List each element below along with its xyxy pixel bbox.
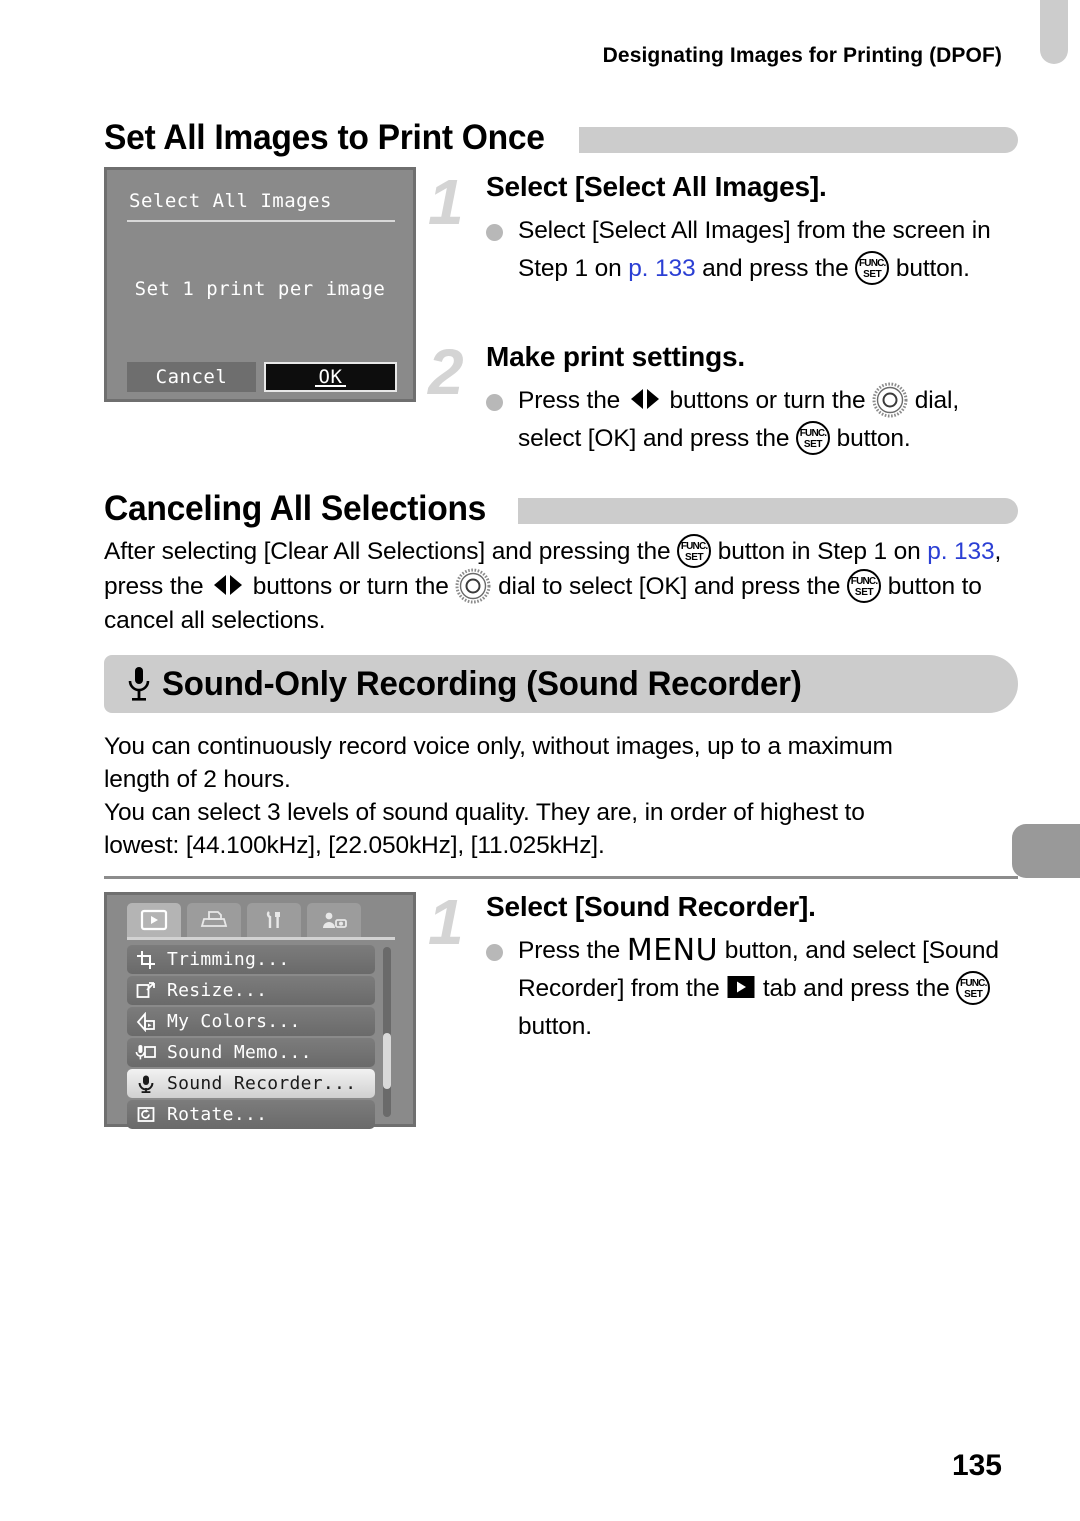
lcd-tab-print[interactable] xyxy=(187,903,241,937)
step-text-part: Press the xyxy=(518,387,627,414)
person-camera-icon xyxy=(323,912,347,928)
lcd-menu-tab-underline xyxy=(127,937,395,940)
intro-line: length of 2 hours. xyxy=(104,766,291,793)
banner-sound-only-recording: Sound-Only Recording (Sound Recorder) xyxy=(104,655,1018,713)
lcd-ok-button[interactable]: OK xyxy=(264,362,397,392)
edge-tab-side-marker xyxy=(1012,824,1080,878)
intro-line: You can continuously record voice only, … xyxy=(104,733,893,760)
step-number: 2 xyxy=(428,336,464,408)
func-set-icon: FUNC. SET xyxy=(956,971,991,1005)
list-item[interactable]: Rotate... xyxy=(127,1100,375,1129)
step-1-select-sound-recorder: 1 Select [Sound Recorder]. Press the MEN… xyxy=(428,890,1020,1046)
lcd-screenshot-playback-menu: Trimming... Resize... My Colors... Sound… xyxy=(104,892,416,1129)
bullet-dot-icon xyxy=(486,224,503,241)
step-text-part: button. xyxy=(830,425,911,452)
lcd-tab-playback[interactable] xyxy=(127,903,181,937)
list-item-selected[interactable]: Sound Recorder... xyxy=(127,1069,375,1098)
list-item-label: Sound Memo... xyxy=(167,1042,312,1063)
page-number: 135 xyxy=(951,1449,1002,1482)
list-item-label: Trimming... xyxy=(167,949,290,970)
list-item-label: Resize... xyxy=(167,980,268,1001)
play-triangle-icon xyxy=(140,909,168,931)
step-text-part: and press the xyxy=(695,255,856,282)
control-dial-icon xyxy=(455,568,491,604)
func-set-icon: FUNC. SET xyxy=(796,421,830,455)
intro-line: You can select 3 levels of sound quality… xyxy=(104,799,865,826)
lcd-dialog-title: Select All Images xyxy=(129,190,332,212)
body-text-part: After selecting [Clear All Selections] a… xyxy=(104,538,678,565)
section-heading-set-all: Set All Images to Print Once xyxy=(104,118,1018,158)
left-right-buttons-icon xyxy=(630,389,659,409)
step-number: 1 xyxy=(428,166,464,238)
page-link[interactable]: p. 133 xyxy=(628,255,695,282)
control-dial-icon xyxy=(872,382,908,418)
horizontal-divider xyxy=(104,876,1018,879)
lcd-menu-scrollbar[interactable] xyxy=(383,947,391,1117)
step-body: Select [Select All Images] from the scre… xyxy=(486,212,1020,288)
sound-memo-icon xyxy=(133,1042,159,1064)
lcd-tab-my-camera[interactable] xyxy=(307,903,361,937)
section-heading-canceling-text: Canceling All Selections xyxy=(104,489,487,528)
lcd-tab-settings[interactable] xyxy=(247,903,301,937)
menu-button-word-icon: MENU xyxy=(626,933,719,968)
step-text-part: button. xyxy=(518,1013,592,1040)
body-text-part: dial to select [OK] and press the xyxy=(491,573,848,600)
list-item[interactable]: My Colors... xyxy=(127,1007,375,1036)
section-heading-set-all-text: Set All Images to Print Once xyxy=(104,118,545,157)
lcd-dialog-message: Set 1 print per image xyxy=(134,278,386,300)
body-text-part: buttons or turn the xyxy=(246,573,456,600)
step-text-part: Press the xyxy=(518,937,627,964)
lcd-dialog-button-row: Cancel OK xyxy=(127,362,397,392)
list-item-label: Sound Recorder... xyxy=(167,1073,357,1094)
bullet-dot-icon xyxy=(486,394,503,411)
my-colors-icon xyxy=(133,1011,159,1033)
step-body: Press the buttons or turn the dial, sele… xyxy=(486,382,1020,458)
left-right-buttons-icon xyxy=(214,575,243,595)
intro-line: lowest: [44.100kHz], [22.050kHz], [11.02… xyxy=(104,832,605,859)
section-heading-canceling: Canceling All Selections xyxy=(104,489,1018,529)
sound-recorder-intro-text: You can continuously record voice only, … xyxy=(104,730,1020,862)
step-text-part: buttons or turn the xyxy=(662,387,873,414)
list-item-label: Rotate... xyxy=(167,1104,268,1125)
bullet-dot-icon xyxy=(486,944,503,961)
crop-icon xyxy=(133,949,159,971)
lcd-menu-scrollbar-thumb[interactable] xyxy=(383,1033,391,1089)
lcd-screenshot-select-all-images: Select All Images Set 1 print per image … xyxy=(104,167,416,402)
list-item-label: My Colors... xyxy=(167,1011,301,1032)
step-title: Select [Select All Images]. xyxy=(486,171,827,202)
func-set-icon: FUNC. SET xyxy=(847,569,882,603)
canceling-body-text: After selecting [Clear All Selections] a… xyxy=(104,534,1020,637)
step-text-part: tab and press the xyxy=(756,975,957,1002)
step-number: 1 xyxy=(428,886,464,958)
lcd-dialog-title-underline xyxy=(127,220,395,222)
step-title: Select [Sound Recorder]. xyxy=(486,891,816,922)
list-item[interactable]: Sound Memo... xyxy=(127,1038,375,1067)
rotate-icon xyxy=(133,1104,159,1126)
section-heading-bar xyxy=(579,127,1018,153)
step-title: Make print settings. xyxy=(486,341,745,372)
printer-icon xyxy=(200,911,228,927)
microphone-icon xyxy=(133,1073,159,1095)
step-1-select-all-images: 1 Select [Select All Images]. Select [Se… xyxy=(428,170,1020,288)
body-text-part: button in Step 1 on xyxy=(711,538,928,565)
func-set-icon: FUNC. SET xyxy=(677,534,712,568)
lcd-menu-list: Trimming... Resize... My Colors... Sound… xyxy=(127,945,375,1131)
list-item[interactable]: Trimming... xyxy=(127,945,375,974)
page-link[interactable]: p. 133 xyxy=(927,538,994,565)
play-tab-icon xyxy=(727,976,755,998)
section-heading-bar xyxy=(518,498,1018,524)
func-set-icon: FUNC. SET xyxy=(855,251,890,285)
step-body: Press the MENU button, and select [Sound… xyxy=(486,932,1020,1046)
list-item[interactable]: Resize... xyxy=(127,976,375,1005)
lcd-menu-tab-bar xyxy=(127,903,361,937)
resize-icon xyxy=(133,980,159,1002)
edge-tab-top-marker xyxy=(1040,0,1068,64)
tools-icon xyxy=(266,911,280,928)
running-header-title: Designating Images for Printing (DPOF) xyxy=(602,44,1002,67)
step-2-make-print-settings: 2 Make print settings. Press the buttons… xyxy=(428,340,1020,458)
lcd-cancel-button[interactable]: Cancel xyxy=(127,362,256,392)
step-text-part: button. xyxy=(889,255,970,282)
banner-title-text: Sound-Only Recording (Sound Recorder) xyxy=(162,664,802,703)
microphone-icon xyxy=(128,667,150,701)
